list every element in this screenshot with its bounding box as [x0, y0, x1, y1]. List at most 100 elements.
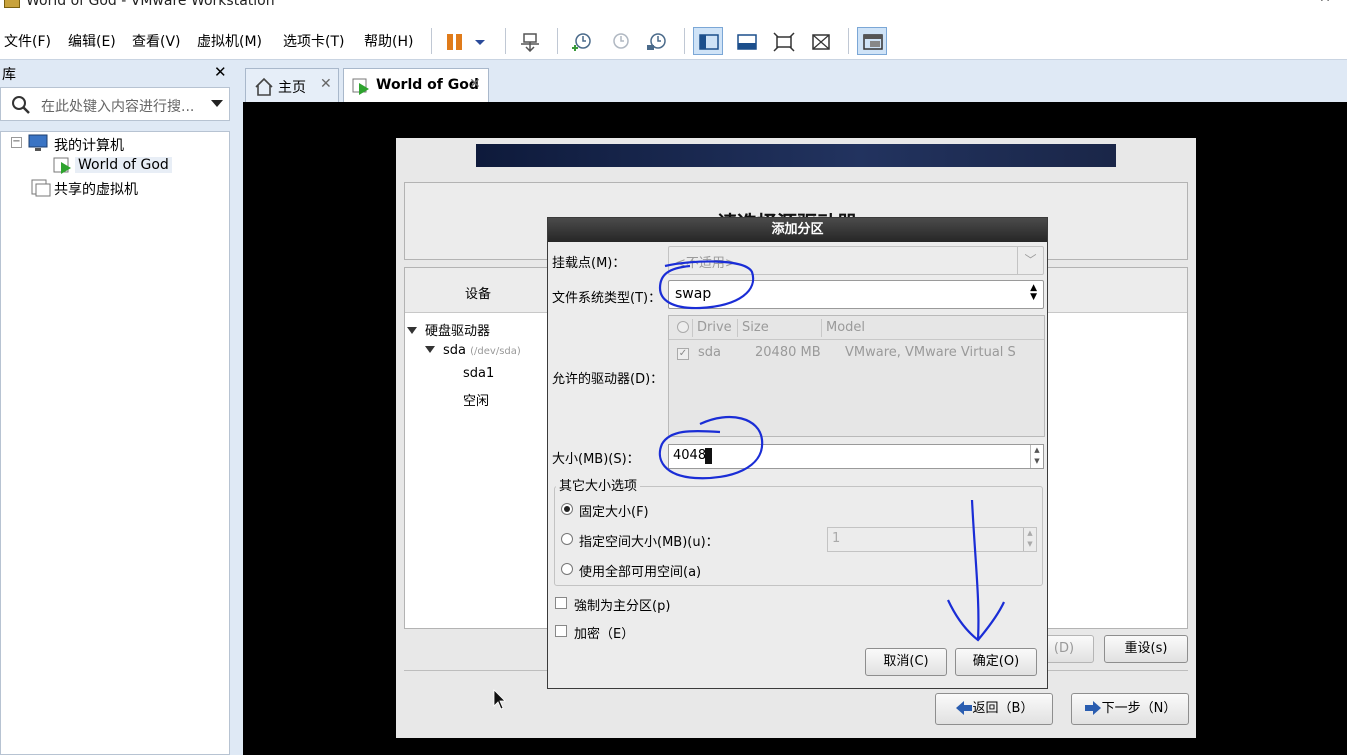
- arrow-right-icon: [1084, 701, 1101, 715]
- force-primary-label[interactable]: 強制为主分区(p): [574, 595, 670, 614]
- size-input[interactable]: 4048 ▲ ▼: [668, 444, 1044, 469]
- menu-file[interactable]: 文件(F): [4, 31, 51, 51]
- menu-tabs[interactable]: 选项卡(T): [283, 31, 344, 51]
- home-icon: [255, 77, 273, 96]
- col-drive[interactable]: Drive: [697, 320, 732, 335]
- search-dropdown-icon[interactable]: [211, 100, 223, 107]
- full-screen-icon: [773, 32, 795, 52]
- dialog-title: 添加分区: [548, 218, 1047, 242]
- tree-item-my-computer[interactable]: 我的计算机: [54, 135, 124, 155]
- other-size-options-label: 其它大小选项: [556, 475, 641, 494]
- next-button[interactable]: 下一步（N）: [1071, 693, 1189, 725]
- shared-vms-icon: [31, 179, 51, 197]
- menu-edit[interactable]: 编辑(E): [68, 31, 116, 51]
- full-screen-button[interactable]: [768, 27, 798, 55]
- fill-max-label[interactable]: 使用全部可用空间(a): [579, 561, 701, 580]
- up-to-spin-arrows[interactable]: ▲ ▼: [1023, 528, 1036, 551]
- snapshot-icon: [572, 33, 591, 51]
- chevron-down-icon: ﹀: [1017, 247, 1043, 274]
- col-size[interactable]: Size: [742, 320, 769, 335]
- network-send-icon: [521, 33, 539, 52]
- mount-point-combo[interactable]: <不适用> ﹀: [668, 246, 1044, 275]
- computer-icon: [28, 134, 48, 151]
- unity-icon: [812, 34, 830, 50]
- drive-checkbox[interactable]: ✓: [677, 348, 689, 360]
- device-disk-row[interactable]: sda (/dev/sda): [425, 343, 521, 358]
- encrypt-checkbox[interactable]: [555, 625, 567, 637]
- device-free-row[interactable]: 空闲: [463, 390, 489, 409]
- tab-home-label: 主页: [278, 80, 306, 96]
- unity-button[interactable]: [805, 27, 835, 55]
- suspend-dropdown-button[interactable]: [440, 27, 492, 55]
- library-panel: 库 ✕ 在此处键入内容进行搜... − 我的计算机 World of God 共…: [0, 61, 240, 755]
- installer-banner: [476, 144, 1116, 167]
- fs-type-label: 文件系统类型(T)：: [552, 291, 662, 306]
- search-placeholder: 在此处键入内容进行搜...: [41, 99, 195, 115]
- minimize-button[interactable]: ─: [1248, 0, 1288, 10]
- device-group-row[interactable]: 硬盘驱动器: [407, 320, 490, 339]
- allowed-drives-label: 允许的驱动器(D)：: [552, 372, 664, 387]
- vmware-app-icon: [4, 0, 20, 8]
- show-library-button[interactable]: [693, 27, 723, 55]
- arrow-left-icon: [955, 701, 972, 715]
- back-button[interactable]: 返回（B）: [935, 693, 1053, 725]
- reset-button[interactable]: 重设(s): [1104, 635, 1188, 663]
- fixed-size-radio[interactable]: [561, 503, 573, 515]
- tab-home-close-icon[interactable]: ✕: [320, 76, 332, 92]
- revert-snapshot-button[interactable]: [604, 27, 634, 55]
- tree-item-vm[interactable]: World of God: [75, 157, 172, 173]
- snapshot-manager-button[interactable]: [641, 27, 671, 55]
- up-to-size-radio[interactable]: [561, 533, 573, 545]
- drives-table: Drive Size Model ✓ sda 20480 MB VMware, …: [668, 315, 1045, 437]
- menu-bar: 文件(F) 编辑(E) 查看(V) 虚拟机(M) 选项卡(T) 帮助(H): [0, 22, 1347, 60]
- menu-vm[interactable]: 虚拟机(M): [197, 31, 262, 51]
- encrypt-label[interactable]: 加密（E）: [574, 623, 634, 642]
- device-partition-row[interactable]: sda1: [463, 366, 494, 381]
- collapse-toggle[interactable]: −: [11, 137, 22, 148]
- up-to-size-label[interactable]: 指定空间大小(MB)(u)：: [579, 531, 719, 550]
- vm-tab-icon: [352, 78, 369, 95]
- close-window-button[interactable]: ✕: [1305, 0, 1345, 10]
- fixed-size-label[interactable]: 固定大小(F): [579, 501, 649, 520]
- send-keys-button[interactable]: [514, 27, 544, 55]
- fill-max-radio[interactable]: [561, 563, 573, 575]
- fs-type-combo[interactable]: swap ▲ ▼: [668, 280, 1044, 309]
- select-all-radio[interactable]: [677, 321, 689, 333]
- console-view-icon: [863, 34, 883, 50]
- menu-view[interactable]: 查看(V): [132, 31, 181, 51]
- cancel-button[interactable]: 取消(C): [865, 648, 947, 676]
- up-to-size-input[interactable]: 1 ▲ ▼: [827, 527, 1037, 552]
- console-view-button[interactable]: [857, 27, 887, 55]
- size-label: 大小(MB)(S)：: [552, 452, 640, 467]
- take-snapshot-button[interactable]: [566, 27, 596, 55]
- tab-bar: 主页 ✕ World of God ✕: [240, 61, 1347, 102]
- size-spin-arrows[interactable]: ▲ ▼: [1030, 445, 1043, 468]
- menu-help[interactable]: 帮助(H): [364, 31, 413, 51]
- vm-running-icon: [53, 157, 71, 174]
- device-header-label: 设备: [465, 287, 492, 302]
- add-partition-dialog: 添加分区 挂载点(M)： <不适用> ﹀ 文件系统类型(T)： swap ▲ ▼ …: [547, 217, 1048, 689]
- snapshot-revert-icon: [613, 33, 629, 49]
- snapshot-manager-icon: [647, 33, 666, 50]
- library-view-icon: [699, 34, 719, 50]
- library-tree: − 我的计算机 World of God 共享的虚拟机: [0, 131, 230, 755]
- tab-home[interactable]: 主页 ✕: [245, 68, 339, 102]
- pause-icon: [447, 34, 485, 50]
- search-icon: [12, 96, 30, 114]
- ok-button[interactable]: 确定(O): [955, 648, 1037, 676]
- drive-row[interactable]: ✓ sda 20480 MB VMware, VMware Virtual S: [669, 340, 1044, 364]
- window-title-bar: World of God - VMware Workstation ─ ✕: [0, 0, 1347, 22]
- tab-vm[interactable]: World of God ✕: [343, 68, 489, 102]
- thumbnail-view-icon: [737, 34, 757, 50]
- library-search-input[interactable]: 在此处键入内容进行搜...: [0, 87, 230, 121]
- updown-icon: ▲ ▼: [1030, 283, 1037, 302]
- library-close-button[interactable]: ✕: [214, 63, 227, 81]
- text-cursor: [705, 448, 712, 464]
- force-primary-checkbox[interactable]: [555, 597, 567, 609]
- mount-point-label: 挂载点(M)：: [552, 256, 626, 271]
- tab-vm-close-icon[interactable]: ✕: [469, 76, 481, 92]
- col-model[interactable]: Model: [826, 320, 865, 335]
- window-title: World of God - VMware Workstation: [26, 0, 275, 9]
- tree-item-shared[interactable]: 共享的虚拟机: [54, 179, 138, 199]
- show-thumbnail-button[interactable]: [731, 27, 761, 55]
